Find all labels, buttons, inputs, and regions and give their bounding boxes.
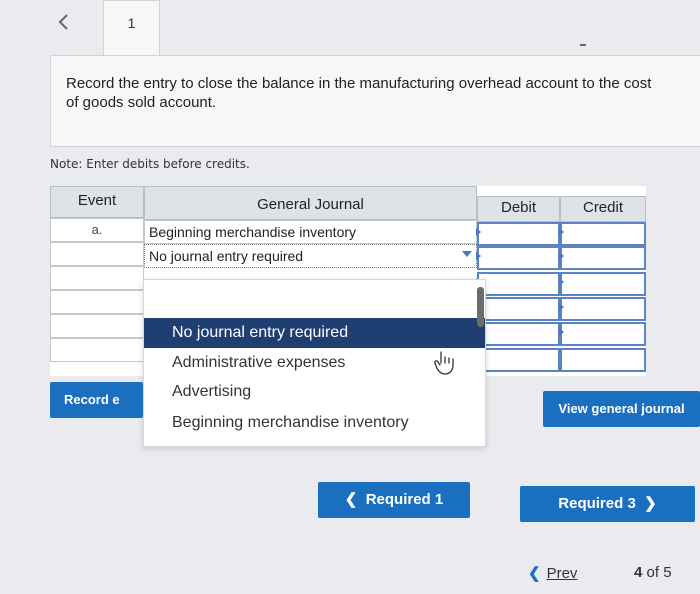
question-text: Record the entry to close the balance in… [66,75,652,111]
debit-input[interactable] [477,297,560,321]
credit-input[interactable] [560,222,646,246]
debit-input[interactable] [477,222,560,246]
view-general-journal-button[interactable]: View general journal [543,391,700,427]
account-cell[interactable]: Beginning merchandise inventory [144,220,477,244]
header-event: Event [50,186,144,218]
account-value: Beginning merchandise inventory [149,224,357,240]
tab-1[interactable]: 1 [103,0,160,56]
event-cell [50,242,144,266]
prev-link[interactable]: ❮ Prev [528,564,577,582]
chevron-left-icon: ❮ [528,565,541,582]
header-debit: Debit [477,196,560,222]
credit-input[interactable] [560,348,646,372]
marker-icon [476,252,481,260]
required-1-label: Required 1 [365,491,444,508]
divider [580,44,586,46]
chevron-right-icon: ❯ [644,495,657,512]
marker-icon [559,303,564,311]
note-text: Note: Enter debits before credits. [50,157,250,171]
marker-icon [559,228,564,236]
event-label: a. [91,222,103,237]
chevron-left-icon: ❮ [344,491,358,508]
account-dropdown[interactable]: No journal entry required [144,244,477,268]
marker-icon [476,228,481,236]
marker-icon [559,252,564,260]
prev-label: Prev [546,565,578,582]
credit-input[interactable] [560,246,646,270]
chevron-left-icon[interactable] [52,10,76,34]
debit-input[interactable] [477,322,560,346]
tab-label: 1 [127,15,136,31]
record-entry-button[interactable]: Record e [50,382,143,418]
header-credit: Credit [560,196,646,222]
marker-icon [559,328,564,336]
event-cell [50,314,144,338]
event-cell [50,266,144,290]
dropdown-option[interactable]: Beginning merchandise inventory [144,408,485,438]
debit-input[interactable] [477,246,560,270]
dropdown-arrow-icon[interactable] [462,251,472,257]
event-cell [50,290,144,314]
credit-input[interactable] [560,322,646,346]
marker-icon [559,278,564,286]
dropdown-option[interactable]: No journal entry required [144,318,485,348]
required-3-label: Required 3 [558,495,636,512]
debit-input[interactable] [477,348,560,372]
event-cell: a. [50,218,144,242]
dropdown-option[interactable]: Advertising [144,377,485,407]
required-3-button[interactable]: Required 3 ❯ [520,486,695,522]
debit-input[interactable] [477,272,560,296]
credit-input[interactable] [560,272,646,296]
page-current: 4 [634,564,643,581]
required-1-button[interactable]: ❮ Required 1 [318,482,470,518]
credit-input[interactable] [560,297,646,321]
dropdown-scrollbar[interactable] [477,287,484,327]
event-cell [50,338,144,362]
hand-cursor-icon [433,349,457,377]
page-total: of 5 [646,564,672,581]
header-general-journal: General Journal [144,186,477,220]
account-value: No journal entry required [149,248,304,264]
page-indicator: 4 of 5 [634,564,672,581]
